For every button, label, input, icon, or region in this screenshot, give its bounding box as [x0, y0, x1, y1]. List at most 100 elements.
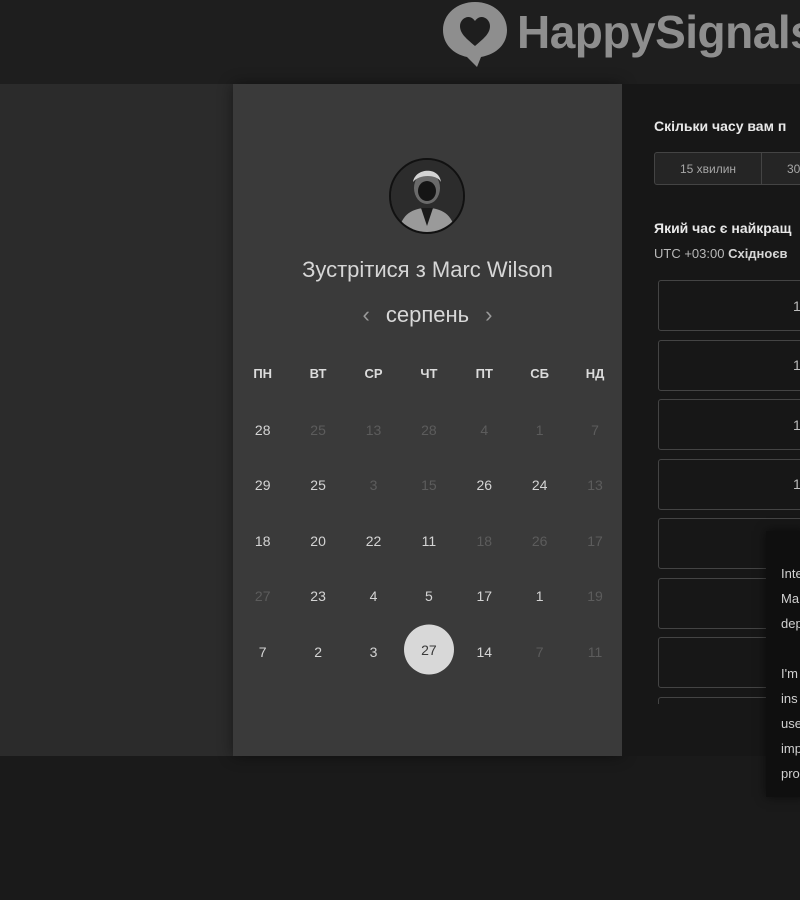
calendar-day-number: 17 — [587, 532, 603, 549]
calendar-day[interactable]: 14 — [457, 624, 512, 680]
time-slot-button[interactable]: 1 — [658, 458, 800, 510]
calendar-day: 4 — [457, 402, 512, 458]
calendar-day-number: 13 — [365, 421, 382, 438]
calendar-day[interactable]: 7 — [235, 624, 290, 680]
current-month: серпень — [385, 302, 470, 327]
chevron-left-icon[interactable]: ‹ — [363, 304, 370, 326]
calendar-day-number: 24 — [531, 477, 548, 494]
calendar-day[interactable]: 22 — [346, 513, 401, 569]
calendar-day: 7 — [512, 624, 567, 680]
weekday-label: НД — [585, 366, 605, 381]
calendar-day-number: 15 — [421, 477, 437, 494]
calendar-day-number: 28 — [421, 421, 437, 438]
calendar-day-number: 5 — [424, 588, 433, 605]
calendar-day[interactable]: 18 — [235, 513, 290, 569]
calendar-day-number: 25 — [310, 477, 326, 494]
duration-option-30[interactable]: 30 — [762, 152, 800, 185]
calendar-day[interactable]: 4 — [346, 569, 401, 625]
month-navigation: ‹ серпень › — [233, 302, 622, 328]
calendar-day[interactable]: 29 — [235, 458, 290, 514]
calendar-day[interactable]: 2 — [290, 624, 345, 680]
tooltip-text-line: I'm — [781, 666, 798, 681]
calendar-day: 26 — [512, 513, 567, 569]
chevron-right-icon[interactable]: › — [485, 304, 492, 326]
calendar-day[interactable]: 24 — [512, 458, 567, 514]
calendar-day-number: 20 — [310, 532, 326, 549]
calendar-day[interactable]: 5 — [401, 569, 456, 625]
weekday-label: ПН — [253, 366, 273, 381]
calendar-day[interactable]: 3 — [346, 624, 401, 680]
calendar-day-number: 3 — [369, 643, 378, 660]
calendar-day-number: 18 — [254, 532, 271, 549]
timezone-label[interactable]: UTC +03:00 Східноєв — [654, 246, 788, 261]
calendar-day[interactable]: 23 — [290, 569, 345, 625]
tooltip-spacer — [781, 636, 800, 661]
time-slot-button[interactable]: 1 — [658, 339, 800, 391]
calendar-grid: 28 25 13 28 4 1 7 29 25 3 15 26 24 13 18 20 22 11 18 26 17 27… — [235, 402, 624, 680]
tooltip-text-line: ins — [781, 691, 798, 706]
info-tooltip: Inte Ma dep I'm ins use imp pro — [766, 531, 800, 797]
duration-option-15[interactable]: 15 хвилин — [654, 152, 762, 185]
timezone-name: Східноєв — [728, 246, 788, 261]
calendar-day-number: 14 — [476, 643, 493, 660]
calendar-day-number: 19 — [587, 588, 603, 605]
calendar-day: 19 — [567, 569, 622, 625]
calendar-day[interactable]: 28 — [235, 402, 290, 458]
tooltip-text-line: Ma — [781, 591, 800, 606]
timezone-offset: UTC +03:00 — [654, 246, 725, 261]
weekday-label: ЧТ — [420, 366, 438, 381]
calendar-day-number: 7 — [591, 421, 599, 438]
calendar-day-number: 28 — [254, 421, 271, 438]
calendar-day: 13 — [567, 458, 622, 514]
calendar-day-selected[interactable]: 27 — [401, 624, 456, 680]
host-name: Marc Wilson — [431, 257, 553, 282]
time-slot-button[interactable]: 1 — [658, 280, 800, 331]
tooltip-text-line: pro — [781, 766, 800, 781]
calendar-day-number: 25 — [310, 421, 326, 438]
meeting-title-prefix: Зустрітися з — [302, 257, 426, 282]
weekday-label: ВТ — [309, 366, 327, 381]
calendar-day[interactable]: 20 — [290, 513, 345, 569]
calendar-day-number: 23 — [310, 588, 326, 605]
calendar-day-number: 29 — [254, 477, 271, 494]
calendar-day[interactable]: 11 — [401, 513, 456, 569]
weekday-label: СБ — [530, 366, 550, 381]
tooltip-text-line: use — [781, 716, 800, 731]
meeting-title: Зустрітися з Marc Wilson — [233, 257, 622, 283]
time-question: Який час є найкращ — [654, 220, 792, 236]
calendar-day-number: 4 — [480, 421, 489, 438]
brand-name: HappySignals — [517, 6, 800, 58]
brand-logo[interactable]: HappySignals — [437, 0, 800, 70]
calendar-day: 15 — [401, 458, 456, 514]
calendar-panel: Зустрітися з Marc Wilson ‹ серпень › ПН В… — [233, 84, 622, 756]
calendar-day-number: 27 — [421, 641, 437, 658]
top-bar: HappySignals — [0, 0, 800, 84]
calendar-day-number: 27 — [254, 588, 271, 605]
duration-options: 15 хвилин 30 — [654, 152, 800, 185]
calendar-day[interactable]: 17 — [457, 569, 512, 625]
calendar-day-number: 1 — [535, 588, 544, 605]
tooltip-text-line: dep — [781, 616, 800, 631]
calendar-day[interactable]: 1 — [512, 569, 567, 625]
weekday-label: ПТ — [475, 366, 493, 381]
calendar-day[interactable]: 25 — [290, 458, 345, 514]
duration-question: Скільки часу вам п — [654, 118, 787, 134]
calendar-day: 25 — [290, 402, 345, 458]
time-slot-button[interactable]: 1 — [658, 399, 800, 450]
avatar — [389, 158, 465, 234]
tooltip-text-line: imp — [781, 741, 800, 756]
calendar-day: 3 — [346, 458, 401, 514]
calendar-day-number: 22 — [365, 532, 382, 549]
calendar-day[interactable]: 26 — [457, 458, 512, 514]
tooltip-text-line: Inte — [781, 566, 800, 581]
calendar-day-number: 26 — [531, 532, 548, 549]
calendar-day-number: 3 — [369, 477, 378, 494]
calendar-day: 17 — [567, 513, 622, 569]
calendar-day: 27 — [235, 569, 290, 625]
calendar-day: 7 — [567, 402, 622, 458]
calendar-day-number: 1 — [535, 421, 544, 438]
calendar-day: 1 — [512, 402, 567, 458]
calendar-day-number: 11 — [421, 532, 437, 549]
calendar-day-number: 2 — [314, 643, 322, 660]
calendar-day-number: 11 — [587, 643, 603, 660]
